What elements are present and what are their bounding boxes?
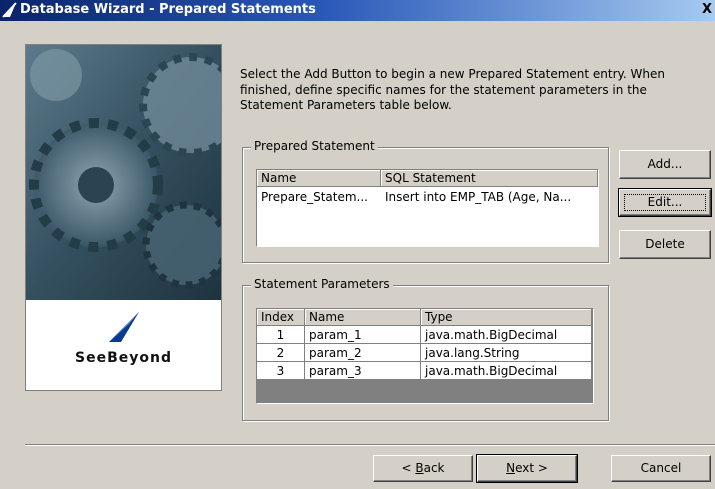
next-mnemonic: N [506,461,516,475]
app-icon [2,2,17,18]
table-row[interactable]: Prepare_Statem... Insert into EMP_TAB (A… [257,188,598,206]
cell-name[interactable]: param_2 [305,344,421,362]
next-rest: ext [515,461,535,475]
seebeyond-mark-icon [109,312,139,342]
column-header-sql[interactable]: SQL Statement [381,170,598,187]
cell-name: Prepare_Statem... [261,190,368,204]
cell-index: 3 [257,362,305,380]
delete-button-label: Delete [645,237,685,251]
column-header-name[interactable]: Name [305,309,421,326]
table-row[interactable]: 3 param_3 java.math.BigDecimal [257,362,592,380]
prepared-statement-group: Prepared Statement Name SQL Statement Pr… [242,139,609,263]
cell-type: java.math.BigDecimal [421,326,592,344]
brand-name: SeeBeyond [75,350,172,366]
back-mnemonic: B [415,461,424,475]
add-button[interactable]: Add... [619,150,711,179]
column-header-index[interactable]: Index [257,309,305,326]
next-suffix: > [534,461,548,475]
back-button[interactable]: < Back [373,455,473,482]
cell-sql: Insert into EMP_TAB (Age, Na... [385,190,572,204]
table-row[interactable]: 2 param_2 java.lang.String [257,344,592,362]
instructions-text: Select the Add Button to begin a new Pre… [240,67,666,112]
statement-parameters-table[interactable]: Index Name Type 1 param_1 java.math.BigD… [256,308,594,404]
footer-separator [25,444,715,446]
next-button[interactable]: Next > [476,454,578,483]
cancel-button[interactable]: Cancel [611,455,711,482]
add-button-label: Add... [647,157,683,171]
seebeyond-logo: SeeBeyond [26,300,221,390]
back-rest: ack [423,461,445,475]
cell-type: java.math.BigDecimal [421,362,592,380]
delete-button[interactable]: Delete [619,230,711,259]
title-bar: Database Wizard - Prepared Statements X [0,0,715,21]
group-legend: Prepared Statement [251,139,378,153]
column-header-type[interactable]: Type [421,309,592,326]
wizard-side-panel: SeeBeyond [25,44,222,391]
edit-button[interactable]: Edit... [618,188,712,217]
group-legend: Statement Parameters [251,277,393,291]
prepared-statement-table[interactable]: Name SQL Statement Prepare_Statem... Ins… [256,169,599,247]
window-title: Database Wizard - Prepared Statements [20,2,316,17]
back-prefix: < [401,461,416,475]
table-row[interactable]: 1 param_1 java.math.BigDecimal [257,326,592,344]
cell-index: 2 [257,344,305,362]
cell-index: 1 [257,326,305,344]
column-header-name[interactable]: Name [257,170,381,187]
gears-image [26,45,221,300]
statement-parameters-group: Statement Parameters Index Name Type 1 p… [242,277,609,421]
cell-name[interactable]: param_3 [305,362,421,380]
edit-button-label: Edit... [647,195,683,209]
close-icon[interactable]: X [699,2,715,18]
cell-name[interactable]: param_1 [305,326,421,344]
cell-type: java.lang.String [421,344,592,362]
cancel-button-label: Cancel [640,461,682,475]
